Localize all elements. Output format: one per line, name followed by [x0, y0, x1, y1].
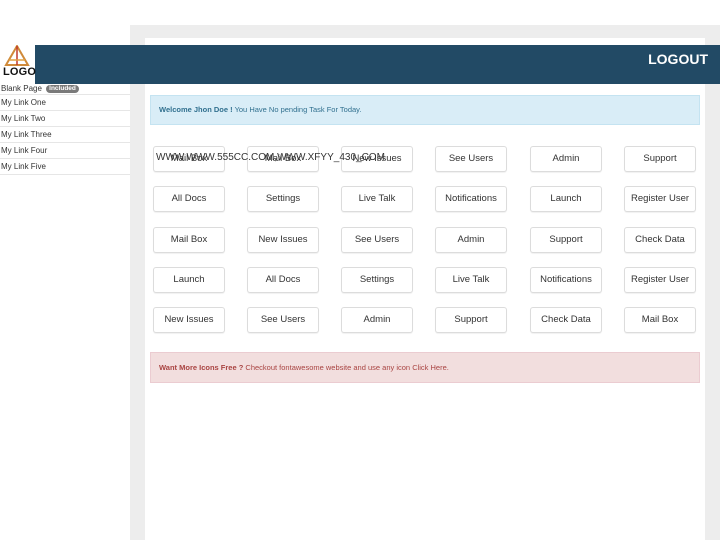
promo-message: Checkout fontawesome website and use any…: [243, 363, 413, 372]
included-badge: Included: [46, 84, 79, 93]
tile-live-talk-button[interactable]: Live Talk: [435, 267, 507, 293]
tile-check-data-button[interactable]: Check Data: [624, 227, 696, 253]
tile-mail-box-button[interactable]: Mail Box: [153, 227, 225, 253]
promo-title: Want More Icons Free ?: [159, 363, 244, 372]
tile-admin-button[interactable]: Admin: [435, 227, 507, 253]
promo-link[interactable]: Click Here.: [412, 363, 449, 372]
tile-register-user-button[interactable]: Register User: [624, 267, 696, 293]
tile-live-talk-button[interactable]: Live Talk: [341, 186, 413, 212]
logo-icon: [4, 45, 30, 66]
promo-alert: Want More Icons Free ? Checkout fontawes…: [150, 352, 700, 383]
logout-button[interactable]: LOGOUT: [648, 51, 708, 67]
sidebar-item-link-five[interactable]: My Link Five: [0, 159, 130, 175]
logo-text: LOGO: [3, 66, 37, 78]
sidebar-item-link-one[interactable]: My Link One: [0, 95, 130, 111]
tile-admin-button[interactable]: Admin: [341, 307, 413, 333]
tile-support-button[interactable]: Support: [435, 307, 507, 333]
sidebar-item-link-three[interactable]: My Link Three: [0, 127, 130, 143]
watermark-text: WWW.WWW.555CC.COM,WWW.XFYY_430_COM: [156, 152, 385, 163]
sidebar-item-link-four[interactable]: My Link Four: [0, 143, 130, 159]
tile-admin-button[interactable]: Admin: [530, 146, 602, 172]
tile-check-data-button[interactable]: Check Data: [530, 307, 602, 333]
tile-see-users-button[interactable]: See Users: [341, 227, 413, 253]
tile-register-user-button[interactable]: Register User: [624, 186, 696, 212]
tile-notifications-button[interactable]: Notifications: [530, 267, 602, 293]
tile-settings-button[interactable]: Settings: [341, 267, 413, 293]
tile-launch-button[interactable]: Launch: [530, 186, 602, 212]
sidebar-item-label: Blank Page: [1, 84, 42, 93]
tile-new-issues-button[interactable]: New Issues: [153, 307, 225, 333]
tile-all-docs-button[interactable]: All Docs: [247, 267, 319, 293]
tile-settings-button[interactable]: Settings: [247, 186, 319, 212]
tile-support-button[interactable]: Support: [530, 227, 602, 253]
top-navbar: LOGOUT: [35, 45, 720, 84]
sidebar: Blank Page Included My Link One My Link …: [0, 84, 130, 175]
tile-mail-box-button[interactable]: Mail Box: [624, 307, 696, 333]
welcome-name: Welcome Jhon Doe !: [159, 105, 233, 114]
tile-support-button[interactable]: Support: [624, 146, 696, 172]
logo[interactable]: LOGO: [0, 44, 37, 81]
welcome-alert: Welcome Jhon Doe ! You Have No pending T…: [150, 95, 700, 125]
tile-new-issues-button[interactable]: New Issues: [247, 227, 319, 253]
sidebar-item-blank-page[interactable]: Blank Page Included: [0, 84, 130, 95]
tile-see-users-button[interactable]: See Users: [435, 146, 507, 172]
tile-see-users-button[interactable]: See Users: [247, 307, 319, 333]
tile-notifications-button[interactable]: Notifications: [435, 186, 507, 212]
tile-launch-button[interactable]: Launch: [153, 267, 225, 293]
tile-all-docs-button[interactable]: All Docs: [153, 186, 225, 212]
welcome-message: You Have No pending Task For Today.: [232, 105, 362, 114]
sidebar-item-link-two[interactable]: My Link Two: [0, 111, 130, 127]
